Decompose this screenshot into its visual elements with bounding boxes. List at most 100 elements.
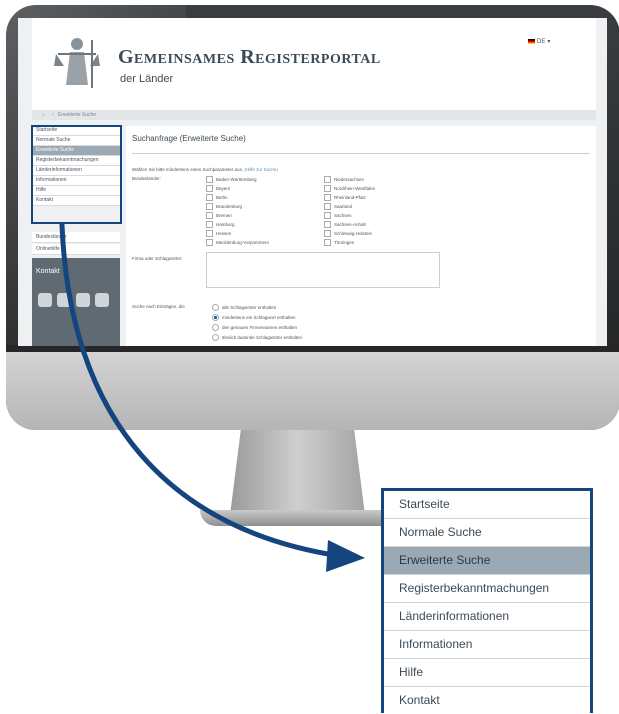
state-checkbox[interactable]: Brandenburg xyxy=(206,203,242,210)
breadcrumb-separator: › xyxy=(52,112,54,118)
user-icon[interactable] xyxy=(38,293,52,307)
zoom-item-laenderinformationen[interactable]: Länderinformationen xyxy=(384,603,590,631)
sidebar-link-onlinehilfe[interactable]: Onlinehilfe xyxy=(32,244,120,255)
phone-icon[interactable] xyxy=(57,293,71,307)
checkbox-box[interactable] xyxy=(206,194,213,201)
checkbox-box[interactable] xyxy=(324,239,331,246)
home-icon[interactable]: ⌂ xyxy=(42,112,45,118)
state-checkbox[interactable]: Saarland xyxy=(324,203,352,210)
state-label: Sachsen-Anhalt xyxy=(334,222,366,227)
checkbox-box[interactable] xyxy=(324,203,331,210)
zoom-item-registerbekanntmachungen[interactable]: Registerbekanntmachungen xyxy=(384,575,590,603)
checkbox-box[interactable] xyxy=(206,239,213,246)
state-checkbox[interactable]: Baden-Württemberg xyxy=(206,176,257,183)
portal-title: Gemeinsames Registerportal xyxy=(118,46,381,68)
state-checkbox[interactable]: Sachsen xyxy=(324,212,352,219)
state-checkbox[interactable]: Niedersachsen xyxy=(324,176,364,183)
state-checkbox[interactable]: Berlin xyxy=(206,194,228,201)
zoom-item-normale-suche[interactable]: Normale Suche xyxy=(384,519,590,547)
checkbox-box[interactable] xyxy=(324,176,331,183)
firma-label: Firma oder Schlagwörter: xyxy=(132,256,183,261)
justitia-logo-icon xyxy=(52,30,102,92)
checkbox-box[interactable] xyxy=(324,221,331,228)
checkbox-box[interactable] xyxy=(324,194,331,201)
breadcrumb-current: Erweiterte Suche xyxy=(58,112,97,118)
fax-icon[interactable] xyxy=(76,293,90,307)
radio-circle-checked[interactable] xyxy=(212,314,219,321)
checkbox-box[interactable] xyxy=(206,221,213,228)
checkbox-box[interactable] xyxy=(206,212,213,219)
state-label: Rheinland-Pfalz xyxy=(334,195,366,200)
state-label: Hessen xyxy=(216,231,232,236)
state-checkbox[interactable]: Hessen xyxy=(206,230,231,237)
state-label: Bayern xyxy=(216,186,231,191)
side-lower-links: Bundesländer Onlinehilfe xyxy=(32,232,120,256)
state-checkbox[interactable]: Rheinland-Pfalz xyxy=(324,194,366,201)
state-label: Niedersachsen xyxy=(334,177,365,182)
portal-header: Gemeinsames Registerportal der Länder DE… xyxy=(32,18,596,110)
state-checkbox[interactable]: Nordrhein-Westfalen xyxy=(324,185,375,192)
mail-icon[interactable] xyxy=(95,293,109,307)
state-label: Thüringen xyxy=(334,240,355,245)
radio-label: mindestens ein Schlagwort enthalten xyxy=(222,315,296,320)
checkbox-box[interactable] xyxy=(324,185,331,192)
zoom-item-startseite[interactable]: Startseite xyxy=(384,491,590,519)
checkbox-box[interactable] xyxy=(324,212,331,219)
search-option-radio[interactable]: mindestens ein Schlagwort enthalten xyxy=(212,314,296,321)
monitor-stand-base xyxy=(200,510,395,526)
radio-circle[interactable] xyxy=(212,334,219,341)
state-label: Hamburg xyxy=(216,222,235,227)
kontakt-panel-title: Kontakt xyxy=(36,268,60,275)
radio-circle[interactable] xyxy=(212,304,219,311)
suche-label: Suche nach Einträgen, die xyxy=(132,304,185,309)
state-label: Berlin xyxy=(216,195,228,200)
radio-circle[interactable] xyxy=(212,324,219,331)
zoom-item-hilfe[interactable]: Hilfe xyxy=(384,659,590,687)
title-divider xyxy=(132,153,590,154)
bundeslaender-label: Bundesländer: xyxy=(132,176,162,181)
state-label: Sachsen xyxy=(334,213,352,218)
state-checkbox[interactable]: Sachsen-Anhalt xyxy=(324,221,366,228)
language-selector[interactable]: DE ▾ xyxy=(528,38,550,45)
search-intro-text: Wählen Sie bitte mindestens einen Suchpa… xyxy=(132,167,244,172)
state-label: Bremen xyxy=(216,213,232,218)
checkbox-box[interactable] xyxy=(206,185,213,192)
menu-highlight-box xyxy=(31,125,122,224)
zoomed-menu: Startseite Normale Suche Erweiterte Such… xyxy=(381,488,593,714)
monitor-stand xyxy=(230,430,365,515)
german-flag-icon xyxy=(528,39,535,44)
state-checkbox[interactable]: Schleswig-Holstein xyxy=(324,230,372,237)
state-checkbox[interactable]: Hamburg xyxy=(206,221,235,228)
checkbox-box[interactable] xyxy=(206,230,213,237)
checkbox-box[interactable] xyxy=(206,203,213,210)
state-checkbox[interactable]: Thüringen xyxy=(324,239,354,246)
search-option-radio[interactable]: ähnlich lautende Schlagwörter enthalten xyxy=(212,334,302,341)
breadcrumb: ⌂ › Erweiterte Suche xyxy=(32,110,596,120)
search-form-panel: Suchanfrage (Erweiterte Suche) Wählen Si… xyxy=(126,126,596,346)
state-label: Brandenburg xyxy=(216,204,243,209)
state-label: Baden-Württemberg xyxy=(216,177,257,182)
zoom-item-erweiterte-suche[interactable]: Erweiterte Suche xyxy=(384,547,590,575)
state-label: Schleswig-Holstein xyxy=(334,231,373,236)
portal-subtitle: der Länder xyxy=(120,73,174,85)
monitor-chin xyxy=(6,352,619,430)
search-intro: Wählen Sie bitte mindestens einen Suchpa… xyxy=(132,167,278,172)
checkbox-box[interactable] xyxy=(324,230,331,237)
search-help-link[interactable]: (Hilfe zur Suche) xyxy=(244,167,278,172)
search-option-radio[interactable]: alle Schlagwörter enthalten xyxy=(212,304,276,311)
search-option-radio[interactable]: den genauen Firmennamen enthalten xyxy=(212,324,297,331)
language-label: DE xyxy=(537,38,546,45)
firma-textarea[interactable] xyxy=(206,252,440,288)
radio-label: alle Schlagwörter enthalten xyxy=(222,305,277,310)
state-label: Saarland xyxy=(334,204,353,209)
kontakt-panel: Kontakt xyxy=(32,258,120,346)
monitor-screen: Gemeinsames Registerportal der Länder DE… xyxy=(18,18,607,346)
state-checkbox[interactable]: Mecklenburg-Vorpommern xyxy=(206,239,269,246)
checkbox-box[interactable] xyxy=(206,176,213,183)
state-label: Mecklenburg-Vorpommern xyxy=(216,240,270,245)
state-checkbox[interactable]: Bayern xyxy=(206,185,230,192)
sidebar-link-bundeslaender[interactable]: Bundesländer xyxy=(32,232,120,243)
zoom-item-informationen[interactable]: Informationen xyxy=(384,631,590,659)
state-checkbox[interactable]: Bremen xyxy=(206,212,232,219)
state-label: Nordrhein-Westfalen xyxy=(334,186,376,191)
